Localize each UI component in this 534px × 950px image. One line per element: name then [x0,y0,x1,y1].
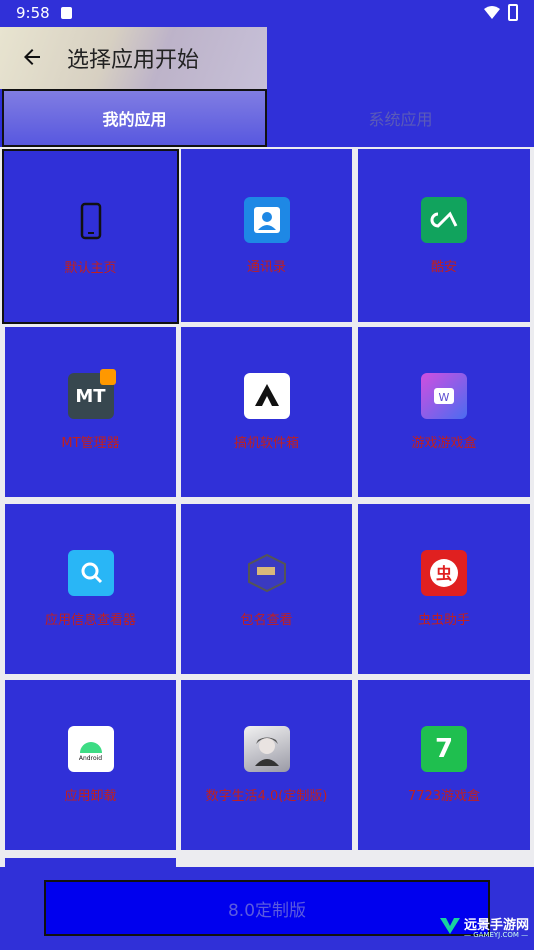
notification-icon [61,7,72,19]
app-item-contacts[interactable]: 通讯录 [181,149,352,322]
app-item-digital-life[interactable]: 数字生活4.0(定制版) [181,680,352,850]
android-icon: Android [67,726,114,772]
app-item-app-info[interactable]: 应用信息查看器 [5,504,176,674]
watermark-logo-icon [440,918,460,934]
app-label: 虫虫助手 [417,613,470,628]
mt-manager-icon: MT [67,369,116,419]
tab-system-apps[interactable]: 系统应用 [267,89,534,147]
app-label: MT管理器 [61,436,120,451]
package-icon [244,550,290,596]
app-label: 包名查看 [240,613,293,628]
app-label: 通讯录 [246,259,286,275]
app-label: 酷安 [430,259,457,275]
page-title: 选择应用开始 [67,48,200,73]
app-item-7723[interactable]: 7 7723游戏盒 [358,680,530,850]
app-item-default-home[interactable]: 默认主页 [2,149,179,324]
app-label: 7723游戏盒 [407,789,481,804]
seven-icon: 7 [421,726,467,772]
avatar-icon [243,726,290,772]
tab-my-apps[interactable]: 我的应用 [2,89,267,147]
svg-text:虫: 虫 [436,564,452,583]
app-item-partial [5,858,176,867]
app-label: 应用卸载 [64,789,117,804]
app-info-icon [67,550,114,596]
app-label: 默认主页 [64,260,117,276]
app-item-uninstall[interactable]: Android 应用卸载 [5,680,176,850]
app-label: 应用信息查看器 [44,613,136,628]
app-item-chongchong[interactable]: 虫 虫虫助手 [358,504,530,674]
app-item-game-box[interactable]: W 游戏游戏盒 [358,327,530,497]
coolapk-icon [421,196,467,243]
contacts-icon [243,196,290,243]
svg-text:W: W [439,391,450,404]
status-bar: 9:58 [0,0,534,27]
toolbox-icon [243,373,290,419]
chongchong-icon: 虫 [421,550,467,596]
wifi-icon [484,6,500,19]
watermark-subtitle: — GAMEYJ.COM — [464,931,529,939]
app-item-mt-manager[interactable]: MT MT管理器 [5,327,176,497]
app-label: 游戏游戏盒 [411,436,477,451]
tab-bar: 我的应用 系统应用 [0,89,534,147]
watermark: 远景手游网 — GAMEYJ.COM — [436,912,532,942]
app-item-coolapk[interactable]: 酷安 [358,149,530,322]
status-time: 9:58 [16,4,50,22]
version-button[interactable]: 8.0定制版 [44,880,490,936]
game-box-icon: W [421,373,467,419]
app-label: 数字生活4.0(定制版) [205,789,328,804]
app-label: 搞机软件箱 [233,436,299,451]
battery-icon [508,4,518,21]
app-item-package-viewer[interactable]: 包名查看 [181,504,352,674]
app-item-toolbox[interactable]: 搞机软件箱 [181,327,352,497]
app-grid: 默认主页 通讯录 酷安 MT MT管理器 搞机软件箱 W 游戏游戏盒 应用信息查… [0,147,534,867]
app-header: 选择应用开始 [0,27,534,89]
back-arrow-icon[interactable] [20,45,44,69]
phone-icon [68,198,114,244]
